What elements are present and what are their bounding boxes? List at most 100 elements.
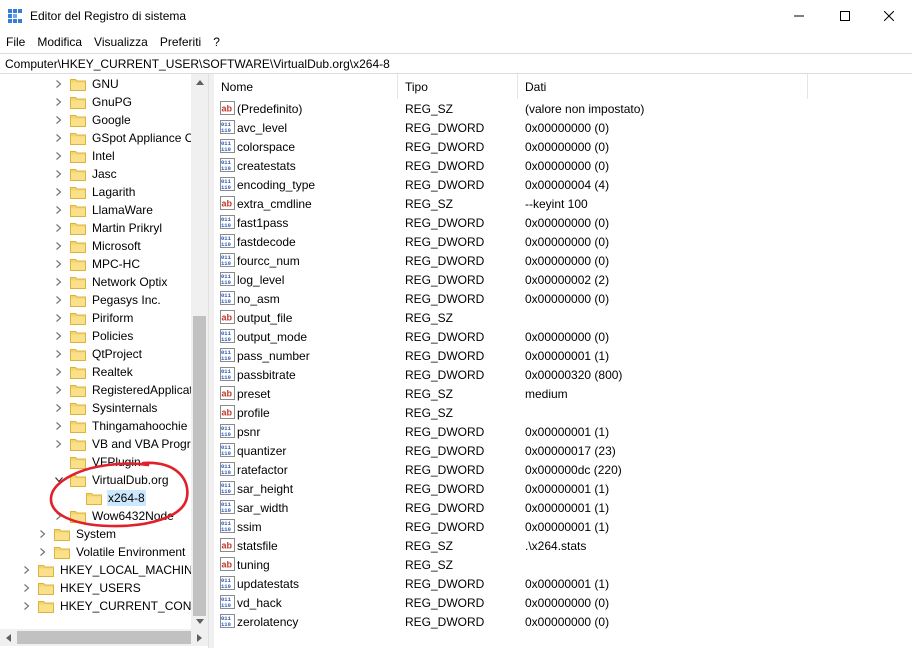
menu-modifica[interactable]: Modifica: [31, 32, 88, 52]
scroll-left-arrow[interactable]: [0, 629, 17, 646]
value-row[interactable]: 011 110 output_mode REG_DWORD 0x00000000 (0): [214, 327, 912, 346]
value-row[interactable]: 011 110 ssim REG_DWORD 0x00000001 (1): [214, 517, 912, 536]
value-row[interactable]: 011 110 fastdecode REG_DWORD 0x00000000 (0): [214, 232, 912, 251]
tree-node[interactable]: HKEY_CURRENT_CONFIG: [22, 597, 208, 615]
value-row[interactable]: 011 110 log_level REG_DWORD 0x00000002 (2): [214, 270, 912, 289]
value-row[interactable]: 011 110 colorspace REG_DWORD 0x00000000 (0): [214, 137, 912, 156]
column-header-name[interactable]: Nome: [214, 74, 398, 99]
tree-node[interactable]: Wow6432Node: [54, 507, 175, 525]
chevron-right-icon[interactable]: [38, 543, 48, 561]
tree-node[interactable]: x264-8: [70, 489, 146, 507]
value-row[interactable]: 011 110 fourcc_num REG_DWORD 0x00000000 (0): [214, 251, 912, 270]
chevron-right-icon[interactable]: [54, 291, 64, 309]
tree-node[interactable]: System: [38, 525, 117, 543]
chevron-right-icon[interactable]: [54, 237, 64, 255]
chevron-right-icon[interactable]: [54, 75, 64, 93]
chevron-right-icon[interactable]: [54, 507, 64, 525]
value-row[interactable]: 011 110 encoding_type REG_DWORD 0x00000004 (…: [214, 175, 912, 194]
value-row[interactable]: 011 110 ratefactor REG_DWORD 0x000000dc (220…: [214, 460, 912, 479]
chevron-right-icon[interactable]: [22, 561, 32, 579]
chevron-right-icon[interactable]: [54, 147, 64, 165]
tree-node[interactable]: LlamaWare: [54, 201, 154, 219]
value-row[interactable]: ab extra_cmdline REG_SZ --keyint 100: [214, 194, 912, 213]
chevron-right-icon[interactable]: [54, 273, 64, 291]
tree-node[interactable]: Volatile Environment: [38, 543, 186, 561]
value-row[interactable]: 011 110 sar_width REG_DWORD 0x00000001 (1): [214, 498, 912, 517]
value-row[interactable]: ab (Predefinito) REG_SZ (valore non imposta…: [214, 99, 912, 118]
tree-node[interactable]: VB and VBA Progra: [54, 435, 198, 453]
tree-node[interactable]: Intel: [54, 147, 116, 165]
scroll-right-arrow[interactable]: [191, 629, 208, 646]
chevron-right-icon[interactable]: [54, 399, 64, 417]
scroll-up-arrow[interactable]: [191, 74, 208, 91]
tree-node[interactable]: VFPlugin: [54, 453, 142, 471]
tree-node[interactable]: GnuPG: [54, 93, 133, 111]
chevron-right-icon[interactable]: [54, 219, 64, 237]
chevron-right-icon[interactable]: [54, 327, 64, 345]
tree-node[interactable]: Microsoft: [54, 237, 142, 255]
tree-node[interactable]: HKEY_LOCAL_MACHINE: [22, 561, 202, 579]
menu-file[interactable]: File: [0, 32, 31, 52]
close-button[interactable]: [866, 0, 912, 32]
tree-node[interactable]: Sysinternals: [54, 399, 158, 417]
key-tree[interactable]: GNU GnuPG Google GSpot Appliance Co Intel Jas…: [0, 74, 209, 648]
chevron-right-icon[interactable]: [54, 309, 64, 327]
column-header-type[interactable]: Tipo: [398, 74, 518, 99]
value-row[interactable]: ab tuning REG_SZ: [214, 555, 912, 574]
chevron-down-icon[interactable]: [54, 471, 64, 489]
chevron-right-icon[interactable]: [54, 363, 64, 381]
menu-preferiti[interactable]: Preferiti: [154, 32, 207, 52]
value-row[interactable]: 011 110 zerolatency REG_DWORD 0x00000000 (0): [214, 612, 912, 631]
value-row[interactable]: 011 110 sar_height REG_DWORD 0x00000001 (1): [214, 479, 912, 498]
value-row[interactable]: 011 110 fast1pass REG_DWORD 0x00000000 (0): [214, 213, 912, 232]
chevron-right-icon[interactable]: [54, 381, 64, 399]
chevron-right-icon[interactable]: [54, 345, 64, 363]
value-row[interactable]: 011 110 vd_hack REG_DWORD 0x00000000 (0): [214, 593, 912, 612]
tree-node[interactable]: Google: [54, 111, 132, 129]
value-row[interactable]: ab preset REG_SZ medium: [214, 384, 912, 403]
scroll-down-arrow[interactable]: [191, 613, 208, 630]
column-header-data[interactable]: Dati: [518, 74, 808, 99]
chevron-right-icon[interactable]: [54, 93, 64, 111]
tree-horizontal-scroll-thumb[interactable]: [17, 631, 191, 644]
tree-node[interactable]: Pegasys Inc.: [54, 291, 162, 309]
value-row[interactable]: ab output_file REG_SZ: [214, 308, 912, 327]
value-row[interactable]: 011 110 psnr REG_DWORD 0x00000001 (1): [214, 422, 912, 441]
tree-node[interactable]: RegisteredApplicati: [54, 381, 196, 399]
chevron-right-icon[interactable]: [54, 201, 64, 219]
tree-node[interactable]: QtProject: [54, 345, 143, 363]
menu-help[interactable]: ?: [207, 32, 226, 52]
tree-node[interactable]: Jasc: [54, 165, 118, 183]
tree-node[interactable]: Martin Prikryl: [54, 219, 163, 237]
minimize-button[interactable]: [776, 0, 822, 32]
tree-node[interactable]: Lagarith: [54, 183, 136, 201]
value-row[interactable]: 011 110 passbitrate REG_DWORD 0x00000320 (80…: [214, 365, 912, 384]
tree-node[interactable]: Thingamahoochie: [54, 417, 188, 435]
tree-horizontal-scrollbar[interactable]: [0, 629, 208, 646]
chevron-right-icon[interactable]: [54, 165, 64, 183]
maximize-button[interactable]: [822, 0, 868, 32]
tree-vertical-scroll-thumb[interactable]: [193, 316, 206, 616]
value-row[interactable]: 011 110 no_asm REG_DWORD 0x00000000 (0): [214, 289, 912, 308]
tree-node[interactable]: Realtek: [54, 363, 134, 381]
tree-node[interactable]: Network Optix: [54, 273, 168, 291]
address-bar[interactable]: Computer\HKEY_CURRENT_USER\SOFTWARE\Virt…: [0, 53, 912, 74]
value-list[interactable]: Nome Tipo Dati ab (Predefinito) REG_SZ (val…: [214, 74, 912, 648]
value-row[interactable]: 011 110 avc_level REG_DWORD 0x00000000 (0): [214, 118, 912, 137]
chevron-right-icon[interactable]: [54, 417, 64, 435]
tree-node[interactable]: Piriform: [54, 309, 134, 327]
tree-node[interactable]: MPC-HC: [54, 255, 141, 273]
value-row[interactable]: 011 110 quantizer REG_DWORD 0x00000017 (23): [214, 441, 912, 460]
value-row[interactable]: 011 110 updatestats REG_DWORD 0x00000001 (1): [214, 574, 912, 593]
chevron-right-icon[interactable]: [54, 111, 64, 129]
menu-visualizza[interactable]: Visualizza: [88, 32, 154, 52]
chevron-right-icon[interactable]: [22, 597, 32, 615]
value-row[interactable]: 011 110 pass_number REG_DWORD 0x00000001 (1): [214, 346, 912, 365]
chevron-right-icon[interactable]: [38, 525, 48, 543]
chevron-right-icon[interactable]: [54, 129, 64, 147]
chevron-right-icon[interactable]: [22, 579, 32, 597]
tree-node[interactable]: GSpot Appliance Co: [54, 129, 201, 147]
title-bar[interactable]: Editor del Registro di sistema: [0, 0, 912, 32]
tree-node[interactable]: HKEY_USERS: [22, 579, 142, 597]
value-row[interactable]: 011 110 createstats REG_DWORD 0x00000000 (0): [214, 156, 912, 175]
